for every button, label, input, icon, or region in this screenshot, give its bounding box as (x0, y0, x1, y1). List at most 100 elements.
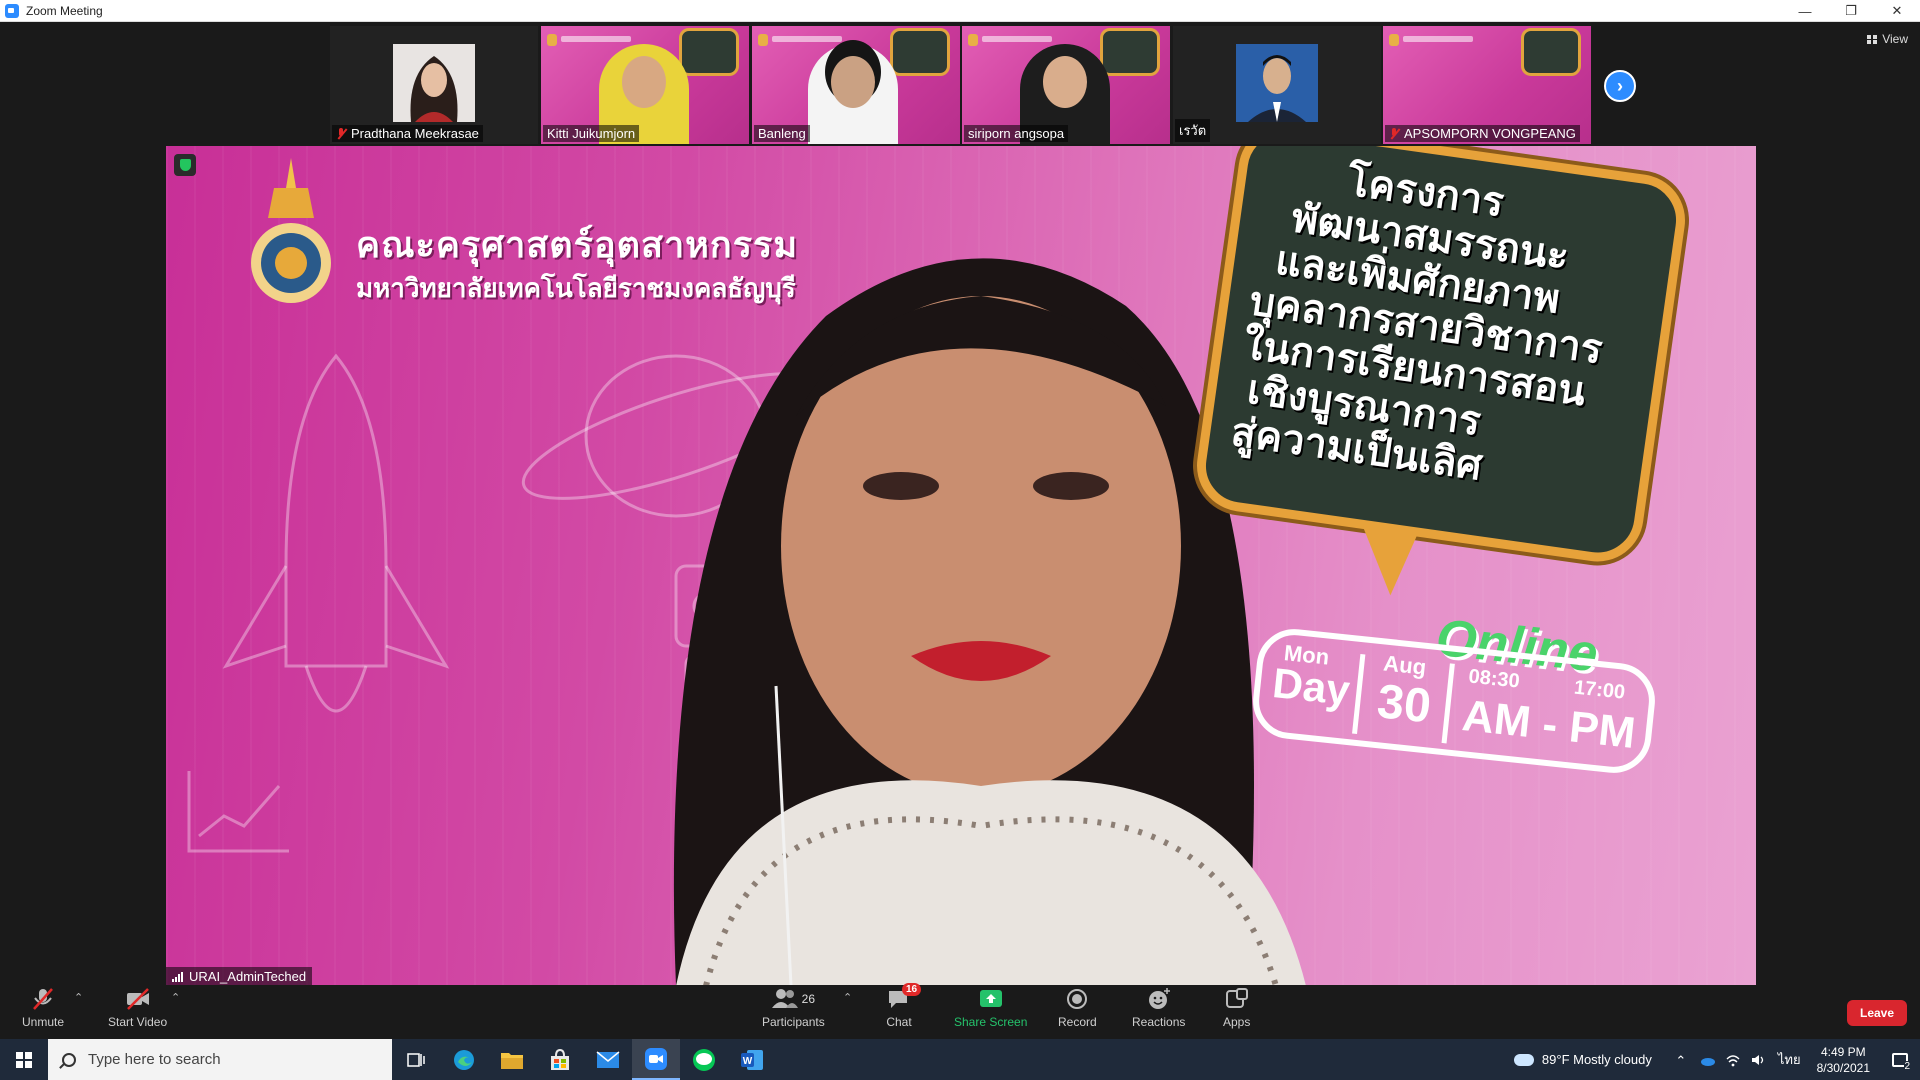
taskbar-app-store[interactable] (536, 1039, 584, 1080)
slide-header-line (1403, 36, 1473, 42)
speech-bubble-graphic (1100, 28, 1160, 76)
participant-tile[interactable]: Kitti Juikumjorn (541, 26, 749, 144)
unmute-label: Unmute (22, 1015, 65, 1029)
taskbar-search-input[interactable]: Type here to search (48, 1039, 392, 1080)
participant-name-tag: siriporn angsopa (964, 125, 1069, 142)
university-seal-logo (251, 158, 331, 303)
taskbar-app-word[interactable]: W (728, 1039, 776, 1080)
wifi-icon[interactable] (1725, 1053, 1741, 1067)
seal-logo-icon (758, 34, 768, 46)
meeting-toolbar: Unmute ⌃ Start Video ⌃ 26 Participants ⌃ (0, 983, 1920, 1039)
participant-figure (808, 44, 898, 144)
participant-strip: Pradthana Meekrasae Kitti Juikumjorn Ban… (0, 22, 1920, 144)
participants-icon (771, 989, 798, 1008)
speech-bubble-graphic (1521, 28, 1581, 76)
window-title: Zoom Meeting (26, 3, 103, 18)
svg-text:W: W (743, 1056, 753, 1067)
minimize-button[interactable]: — (1782, 0, 1828, 22)
share-screen-button[interactable]: Share Screen (954, 987, 1027, 1039)
mic-muted-icon (33, 988, 53, 1010)
seal-logo-icon (1389, 34, 1399, 46)
slide-header-line (982, 36, 1052, 42)
folder-icon (501, 1052, 523, 1069)
participant-name-tag: APSOMPORN VONGPEANG (1385, 125, 1580, 142)
participants-count: 26 (801, 992, 816, 1006)
seal-logo-icon (547, 34, 557, 46)
mail-icon (596, 1050, 620, 1068)
notification-center-button[interactable]: 2 (1880, 1039, 1920, 1080)
close-button[interactable]: ✕ (1874, 0, 1920, 22)
taskbar-app-mail[interactable] (584, 1039, 632, 1080)
cloud-icon (1513, 1053, 1534, 1066)
share-screen-icon (979, 990, 1002, 1007)
mic-muted-icon (336, 127, 346, 140)
task-view-icon (407, 1052, 425, 1067)
record-icon (1067, 989, 1088, 1009)
mic-muted-icon (1389, 127, 1399, 140)
speech-bubble-graphic (679, 28, 739, 76)
task-view-button[interactable] (392, 1039, 440, 1080)
input-language[interactable]: ไทย (1778, 1049, 1801, 1070)
taskbar-app-line[interactable] (680, 1039, 728, 1080)
apps-label: Apps (1223, 1015, 1251, 1029)
chat-button[interactable]: 16 Chat (886, 983, 922, 1039)
restore-button[interactable]: ❐ (1828, 0, 1874, 22)
participants-label: Participants (762, 1015, 825, 1029)
taskbar-app-zoom[interactable] (632, 1039, 680, 1080)
participant-photo (393, 44, 475, 122)
reactions-icon (1148, 988, 1170, 1009)
chevron-up-icon[interactable]: ⌃ (1673, 1053, 1689, 1068)
encryption-shield-icon[interactable] (174, 154, 196, 176)
weather-widget[interactable]: 89°F Mostly cloudy (1513, 1052, 1652, 1067)
participant-name-tag: Kitti Juikumjorn (543, 125, 640, 142)
volume-icon[interactable] (1751, 1053, 1767, 1067)
growth-chart-sketch-graphic (187, 771, 289, 853)
reactions-button[interactable]: Reactions (1132, 987, 1185, 1039)
clock-time: 4:49 PM (1820, 1044, 1866, 1059)
start-button[interactable] (0, 1039, 48, 1080)
date-day-label: Day (1270, 659, 1353, 714)
participants-options-caret[interactable]: ⌃ (843, 991, 852, 1004)
apps-icon (1225, 988, 1248, 1008)
speaker-name: URAI_AdminTeched (189, 969, 307, 984)
unmute-button[interactable]: Unmute (22, 987, 64, 1039)
video-options-caret[interactable]: ⌃ (171, 991, 180, 1004)
leave-button[interactable]: Leave (1847, 1000, 1907, 1026)
record-button[interactable]: Record (1058, 987, 1097, 1039)
next-page-button[interactable]: › (1604, 70, 1636, 102)
weather-text: 89°F Mostly cloudy (1541, 1052, 1652, 1067)
audio-options-caret[interactable]: ⌃ (74, 991, 83, 1004)
zoom-app-icon (645, 1047, 667, 1070)
participant-tile[interactable]: siriporn angsopa (962, 26, 1170, 144)
view-button[interactable]: View (1867, 32, 1908, 46)
windows-logo-icon (16, 1051, 32, 1068)
share-screen-label: Share Screen (954, 1015, 1028, 1029)
windows-taskbar: Type here to search W 89°F Mostly cloudy… (0, 1039, 1920, 1080)
participant-name-tag: เรวัต (1175, 119, 1211, 142)
slide-chalkboard: โครงการ พัฒนาสมรรถนะ และเพิ่มศักยภาพ บุค… (1191, 146, 1691, 599)
participant-name: Banleng (758, 126, 806, 141)
participant-tile[interactable]: APSOMPORN VONGPEANG (1383, 26, 1591, 144)
active-speaker-video[interactable]: คณะครุศาสตร์อุตสาหกรรม มหาวิทยาลัยเทคโนโ… (166, 146, 1756, 986)
speaker-name-tag: URAI_AdminTeched (166, 967, 313, 986)
line-app-icon (693, 1048, 715, 1071)
participants-button[interactable]: 26 Participants (762, 987, 825, 1039)
start-video-button[interactable]: Start Video (108, 987, 167, 1039)
taskbar-app-file-explorer[interactable] (488, 1039, 536, 1080)
participant-name: Kitti Juikumjorn (547, 126, 636, 141)
word-app-icon: W (741, 1049, 763, 1070)
system-tray: 89°F Mostly cloudy ⌃ ไทย 4:49 PM 8/30/20… (1513, 1039, 1920, 1080)
reactions-label: Reactions (1132, 1015, 1186, 1029)
zoom-app-icon (5, 3, 19, 18)
apps-button[interactable]: Apps (1223, 987, 1250, 1039)
onedrive-icon[interactable] (1699, 1053, 1715, 1067)
participant-tile[interactable]: Banleng (752, 26, 960, 144)
participant-tile[interactable]: เรวัต (1173, 26, 1381, 144)
taskbar-app-edge[interactable] (440, 1039, 488, 1080)
window-titlebar: Zoom Meeting — ❐ ✕ (0, 0, 1920, 22)
taskbar-clock[interactable]: 4:49 PM 8/30/2021 (1817, 1044, 1870, 1076)
participant-photo (1236, 44, 1318, 122)
participant-tile[interactable]: Pradthana Meekrasae (330, 26, 538, 144)
participant-name: Pradthana Meekrasae (351, 126, 479, 141)
time-start: 08:30 (1467, 665, 1521, 693)
